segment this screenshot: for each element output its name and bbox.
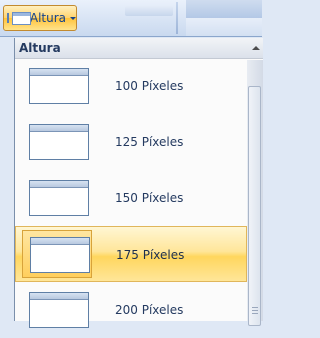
menu-header: Altura [15,38,263,59]
row-preview-icon [29,124,89,160]
ribbon-bar: Altura [0,0,262,37]
ribbon-strip-bottom [186,18,262,36]
ribbon-strip-top [186,0,262,19]
menu-item-label: 200 Píxeles [115,303,184,317]
grip-icon [252,307,258,315]
menu-item-125[interactable]: 125 Píxeles [15,114,247,170]
altura-menu: Altura 100 Píxeles 125 Píxeles 150 Píxel… [14,38,263,328]
row-preview-icon [30,237,90,273]
menu-item-label: 175 Píxeles [116,248,185,262]
menu-item-100[interactable]: 100 Píxeles [15,58,247,114]
menu-scrollbar[interactable] [247,60,263,326]
ribbon-background-control [125,6,173,16]
row-preview-icon [29,180,89,216]
menu-item-label: 100 Píxeles [115,79,184,93]
ribbon-separator [176,2,178,34]
chevron-down-icon [70,17,76,20]
row-preview-icon [29,292,89,328]
row-preview-icon [29,68,89,104]
menu-item-200[interactable]: 200 Píxeles [15,282,247,338]
menu-item-150[interactable]: 150 Píxeles [15,170,247,226]
menu-item-label: 150 Píxeles [115,191,184,205]
scrollbar-thumb[interactable] [248,86,261,326]
menu-item-175[interactable]: 175 Píxeles [15,226,247,282]
row-height-icon [7,11,31,25]
scroll-up-icon[interactable] [252,46,260,50]
menu-item-label: 125 Píxeles [115,135,184,149]
altura-dropdown-button[interactable]: Altura [3,5,77,31]
altura-dropdown-label: Altura [29,11,66,25]
menu-title: Altura [19,41,61,55]
